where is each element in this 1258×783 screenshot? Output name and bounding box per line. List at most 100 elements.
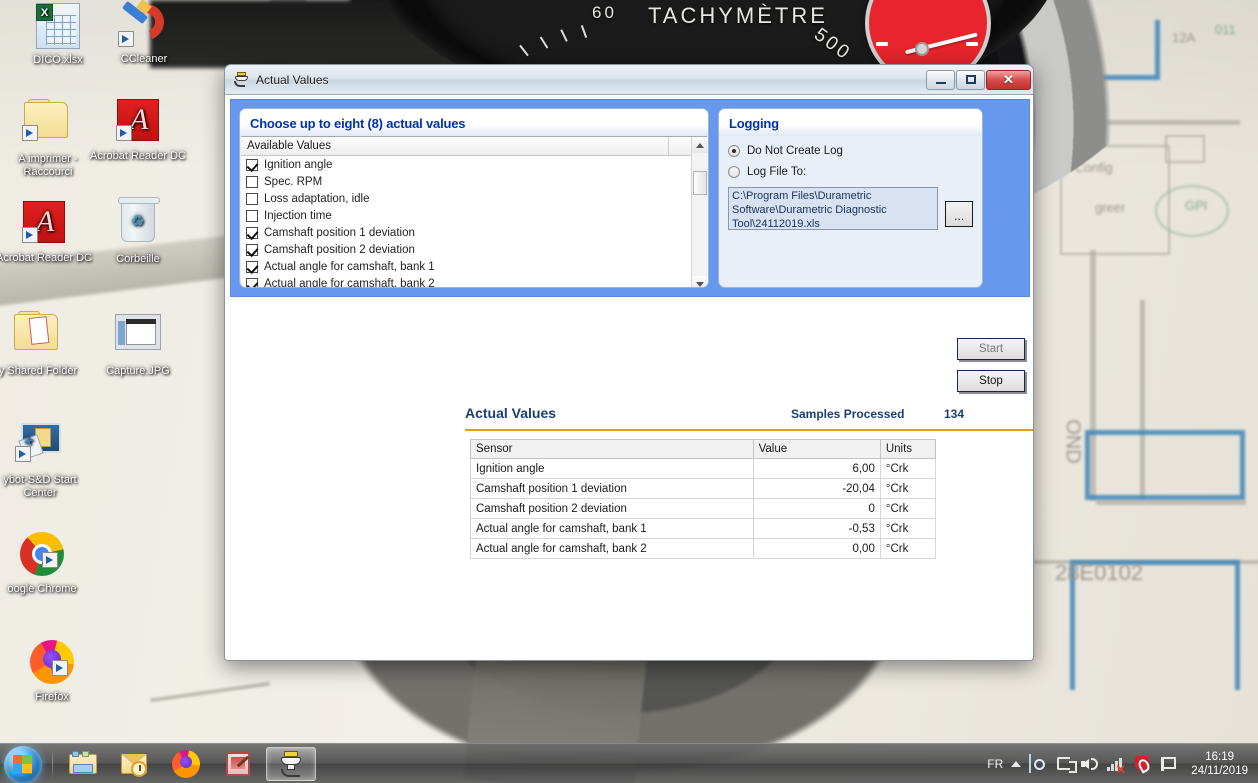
column-header-value[interactable]: Value [752, 439, 881, 459]
cell-units: °Crk [879, 458, 937, 479]
scrollbar-track[interactable] [691, 153, 708, 276]
tray-clock[interactable]: 16:19 24/11/2019 [1185, 750, 1254, 778]
table-row[interactable]: Camshaft position 1 deviation -20,04 °Cr… [470, 478, 937, 499]
safely-remove-hardware-icon[interactable] [1055, 755, 1078, 773]
desktop-icon-a-imprimer[interactable]: A imprimer - Raccourci [0, 96, 96, 179]
desktop-icon-acrobat-reader-dc-1[interactable]: A Acrobat Reader DC [90, 96, 186, 163]
table-row[interactable]: Camshaft position 2 deviation 0 °Crk [470, 498, 937, 519]
windows-flag-icon [13, 754, 32, 774]
taskbar[interactable]: FR ✕ 16:19 24/11/2019 [0, 743, 1258, 783]
taskbar-button-firefox[interactable] [162, 747, 212, 781]
desktop-icon-google-chrome[interactable]: oogle Chrome [0, 530, 90, 596]
blue-app-icon[interactable] [1029, 753, 1047, 773]
stop-button[interactable]: Stop [957, 370, 1025, 392]
taskbar-button-outlook[interactable] [110, 747, 160, 781]
tray-date: 24/11/2019 [1191, 764, 1248, 777]
table-row[interactable]: Actual angle for camshaft, bank 2 0,00 °… [470, 538, 937, 559]
radio-do-not-create-log[interactable]: Do Not Create Log [728, 145, 973, 157]
cell-value: 0,00 [752, 538, 881, 559]
desktop-icon-acrobat-reader-dc-2[interactable]: A Acrobat Reader DC [0, 198, 92, 265]
scrollbar-thumb[interactable] [692, 171, 707, 195]
checkbox-icon[interactable] [246, 158, 258, 171]
list-item[interactable]: Loss adaptation, idle [241, 190, 691, 207]
checkbox-icon[interactable] [246, 226, 258, 239]
available-values-list[interactable]: Available Values Ignition angle Spec. RP… [241, 136, 708, 287]
wallpaper-tick [560, 29, 568, 42]
desktop-icon-capture-jpg[interactable]: Capture.JPG [90, 308, 186, 378]
chrome-icon [18, 532, 66, 580]
desktop[interactable]: 12A 011 GPI Config greer 28E0102 OND 60 … [0, 0, 1258, 783]
list-scrollbar[interactable] [691, 137, 708, 287]
available-values-list-header[interactable]: Available Values [241, 137, 691, 156]
cell-sensor: Ignition angle [470, 458, 754, 479]
checkbox-icon[interactable] [246, 192, 258, 205]
taskbar-button-explorer[interactable] [58, 747, 108, 781]
table-row[interactable]: Actual angle for camshaft, bank 1 -0,53 … [470, 518, 937, 539]
column-header-available-values[interactable]: Available Values [241, 137, 669, 155]
acrobat-reader-icon: A [20, 201, 68, 249]
actual-values-window[interactable]: Actual Values ✕ Choose up to eight (8) a… [224, 64, 1034, 661]
tray-language-indicator[interactable]: FR [987, 757, 1003, 771]
wallpaper-gauge-hub [915, 42, 929, 56]
list-item[interactable]: Camshaft position 2 deviation [241, 241, 691, 258]
wallpaper-tick [580, 25, 588, 38]
show-hidden-icons-chevron[interactable] [1011, 760, 1022, 767]
checkbox-icon[interactable] [246, 243, 258, 256]
checkbox-icon[interactable] [246, 209, 258, 222]
list-item-label: Spec. RPM [264, 175, 323, 188]
list-item[interactable]: Actual angle for camshaft, bank 1 [241, 258, 691, 275]
acrobat-reader-icon: A [114, 99, 162, 147]
list-item[interactable]: Camshaft position 1 deviation [241, 224, 691, 241]
taskbar-button-image-editor[interactable] [214, 747, 264, 781]
list-item[interactable]: Injection time [241, 207, 691, 224]
window-titlebar[interactable]: Actual Values ✕ [225, 65, 1033, 95]
table-row[interactable]: Ignition angle 6,00 °Crk [470, 458, 937, 479]
list-item[interactable]: Actual angle for camshaft, bank 2 [241, 275, 691, 287]
start-button[interactable]: Start [957, 338, 1025, 360]
radio-icon[interactable] [728, 145, 740, 157]
minimize-button[interactable] [926, 69, 955, 90]
desktop-icon-label: Corbeille [116, 253, 160, 265]
top-blue-panel: Choose up to eight (8) actual values Ava… [230, 99, 1030, 297]
desktop-icon-label: DICO.xlsx [33, 54, 83, 66]
scroll-up-button[interactable] [691, 137, 708, 153]
checkbox-icon[interactable] [246, 175, 258, 188]
log-path-input[interactable]: C:\Program Files\Durametric Software\Dur… [728, 187, 939, 230]
action-center-flag-icon[interactable] [1159, 755, 1177, 773]
scroll-down-button[interactable] [691, 276, 708, 287]
wallpaper-tachymetre-text: TACHYMÈTRE [648, 3, 828, 28]
network-disconnected-icon[interactable]: ✕ [1107, 755, 1126, 776]
table-header-row: Sensor Value Units [470, 439, 937, 459]
column-header-units[interactable]: Units [879, 439, 937, 459]
system-tray[interactable]: FR ✕ 16:19 24/11/2019 [987, 744, 1258, 783]
desktop-icon-label: y Shared Folder [0, 365, 78, 377]
outlook-mail-icon [120, 749, 150, 779]
available-values-items[interactable]: Ignition angle Spec. RPM Loss adaptation… [241, 156, 691, 287]
maximize-button[interactable] [956, 69, 985, 90]
close-button[interactable]: ✕ [986, 69, 1031, 90]
security-shield-icon[interactable] [1133, 755, 1151, 773]
list-item[interactable]: Spec. RPM [241, 173, 691, 190]
desktop-icon-dico-xlsx[interactable]: X DICO.xlsx [10, 2, 106, 67]
checkbox-icon[interactable] [246, 260, 258, 273]
desktop-icon-shared-folder[interactable]: y Shared Folder [0, 308, 86, 378]
taskbar-button-actual-values[interactable] [266, 746, 316, 781]
wallpaper-tick [539, 36, 549, 49]
list-item[interactable]: Ignition angle [241, 156, 691, 173]
desktop-icon-label: ybot-S&D Start Center [3, 474, 77, 499]
desktop-icon-ccleaner[interactable]: CCleaner [96, 0, 192, 66]
desktop-icon-firefox[interactable]: Firefox [4, 638, 100, 704]
wallpaper-diagram-line [1096, 500, 1246, 505]
checkbox-icon[interactable] [246, 277, 258, 287]
browse-button[interactable]: ... [945, 201, 973, 227]
desktop-icon-spybot-start-center[interactable]: ybot-S&D Start Center [0, 418, 88, 500]
cell-units: °Crk [879, 538, 937, 559]
volume-icon[interactable] [1081, 755, 1099, 773]
desktop-icon-label: Acrobat Reader DC [90, 150, 186, 162]
start-button[interactable] [2, 745, 48, 783]
desktop-icon-corbeille[interactable]: ♻ Corbeille [90, 197, 186, 266]
radio-icon[interactable] [728, 166, 740, 178]
radio-log-file-to[interactable]: Log File To: [728, 166, 973, 178]
firefox-icon [28, 640, 76, 688]
column-header-sensor[interactable]: Sensor [470, 439, 754, 459]
